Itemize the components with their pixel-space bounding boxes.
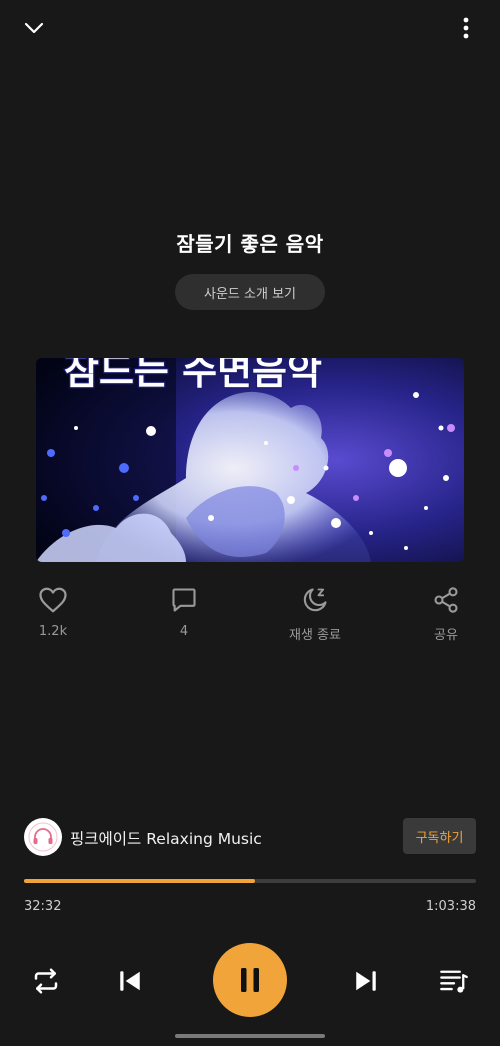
share-button[interactable]: 공유 [411, 586, 481, 643]
subscribe-button[interactable]: 구독하기 [403, 818, 476, 854]
progress-bar[interactable] [24, 879, 476, 883]
channel-avatar[interactable] [24, 818, 62, 856]
comment-count: 4 [179, 624, 189, 639]
repeat-icon [34, 968, 58, 994]
heart-icon [39, 587, 67, 613]
sleep-timer-icon [303, 588, 327, 612]
more-vertical-icon [463, 17, 469, 39]
sound-intro-button[interactable]: 사운드 소개 보기 [175, 274, 325, 310]
channel-row: 핑크에이드 Relaxing Music 구독하기 [24, 816, 476, 858]
previous-button[interactable] [112, 950, 148, 1012]
share-label: 공유 [434, 628, 458, 643]
sleep-timer-button[interactable]: 재생 종료 [280, 586, 350, 643]
share-icon [434, 587, 458, 613]
more-options-button[interactable] [450, 12, 482, 44]
artwork-caption: 잠드는 수면음악 [64, 358, 322, 393]
current-time: 32:32 [24, 899, 62, 914]
total-time: 1:03:38 [425, 899, 476, 914]
album-artwork: 잠드는 수면음악 [36, 358, 464, 562]
home-indicator [175, 1034, 325, 1038]
pause-icon [241, 968, 259, 992]
collapse-button[interactable] [18, 12, 50, 44]
channel-name[interactable]: 핑크에이드 Relaxing Music [70, 827, 262, 849]
action-row: 1.2k 4 재생 종료 공유 [0, 586, 500, 646]
progress-fill [24, 879, 256, 883]
next-button[interactable] [348, 950, 384, 1012]
skip-next-icon [356, 971, 376, 991]
track-title: 잠들기 좋은 음악 [176, 232, 324, 256]
comment-icon [172, 588, 196, 612]
pause-button[interactable] [213, 943, 287, 1017]
repeat-button[interactable] [28, 950, 64, 1012]
like-button[interactable]: 1.2k [18, 586, 88, 639]
comment-button[interactable]: 4 [149, 586, 219, 639]
skip-previous-icon [120, 971, 140, 991]
like-count: 1.2k [38, 624, 68, 639]
queue-music-icon [440, 970, 468, 993]
headphones-logo-icon [28, 822, 58, 852]
chevron-down-icon [24, 22, 44, 34]
queue-button[interactable] [436, 950, 472, 1012]
sleep-timer-label: 재생 종료 [289, 628, 341, 643]
